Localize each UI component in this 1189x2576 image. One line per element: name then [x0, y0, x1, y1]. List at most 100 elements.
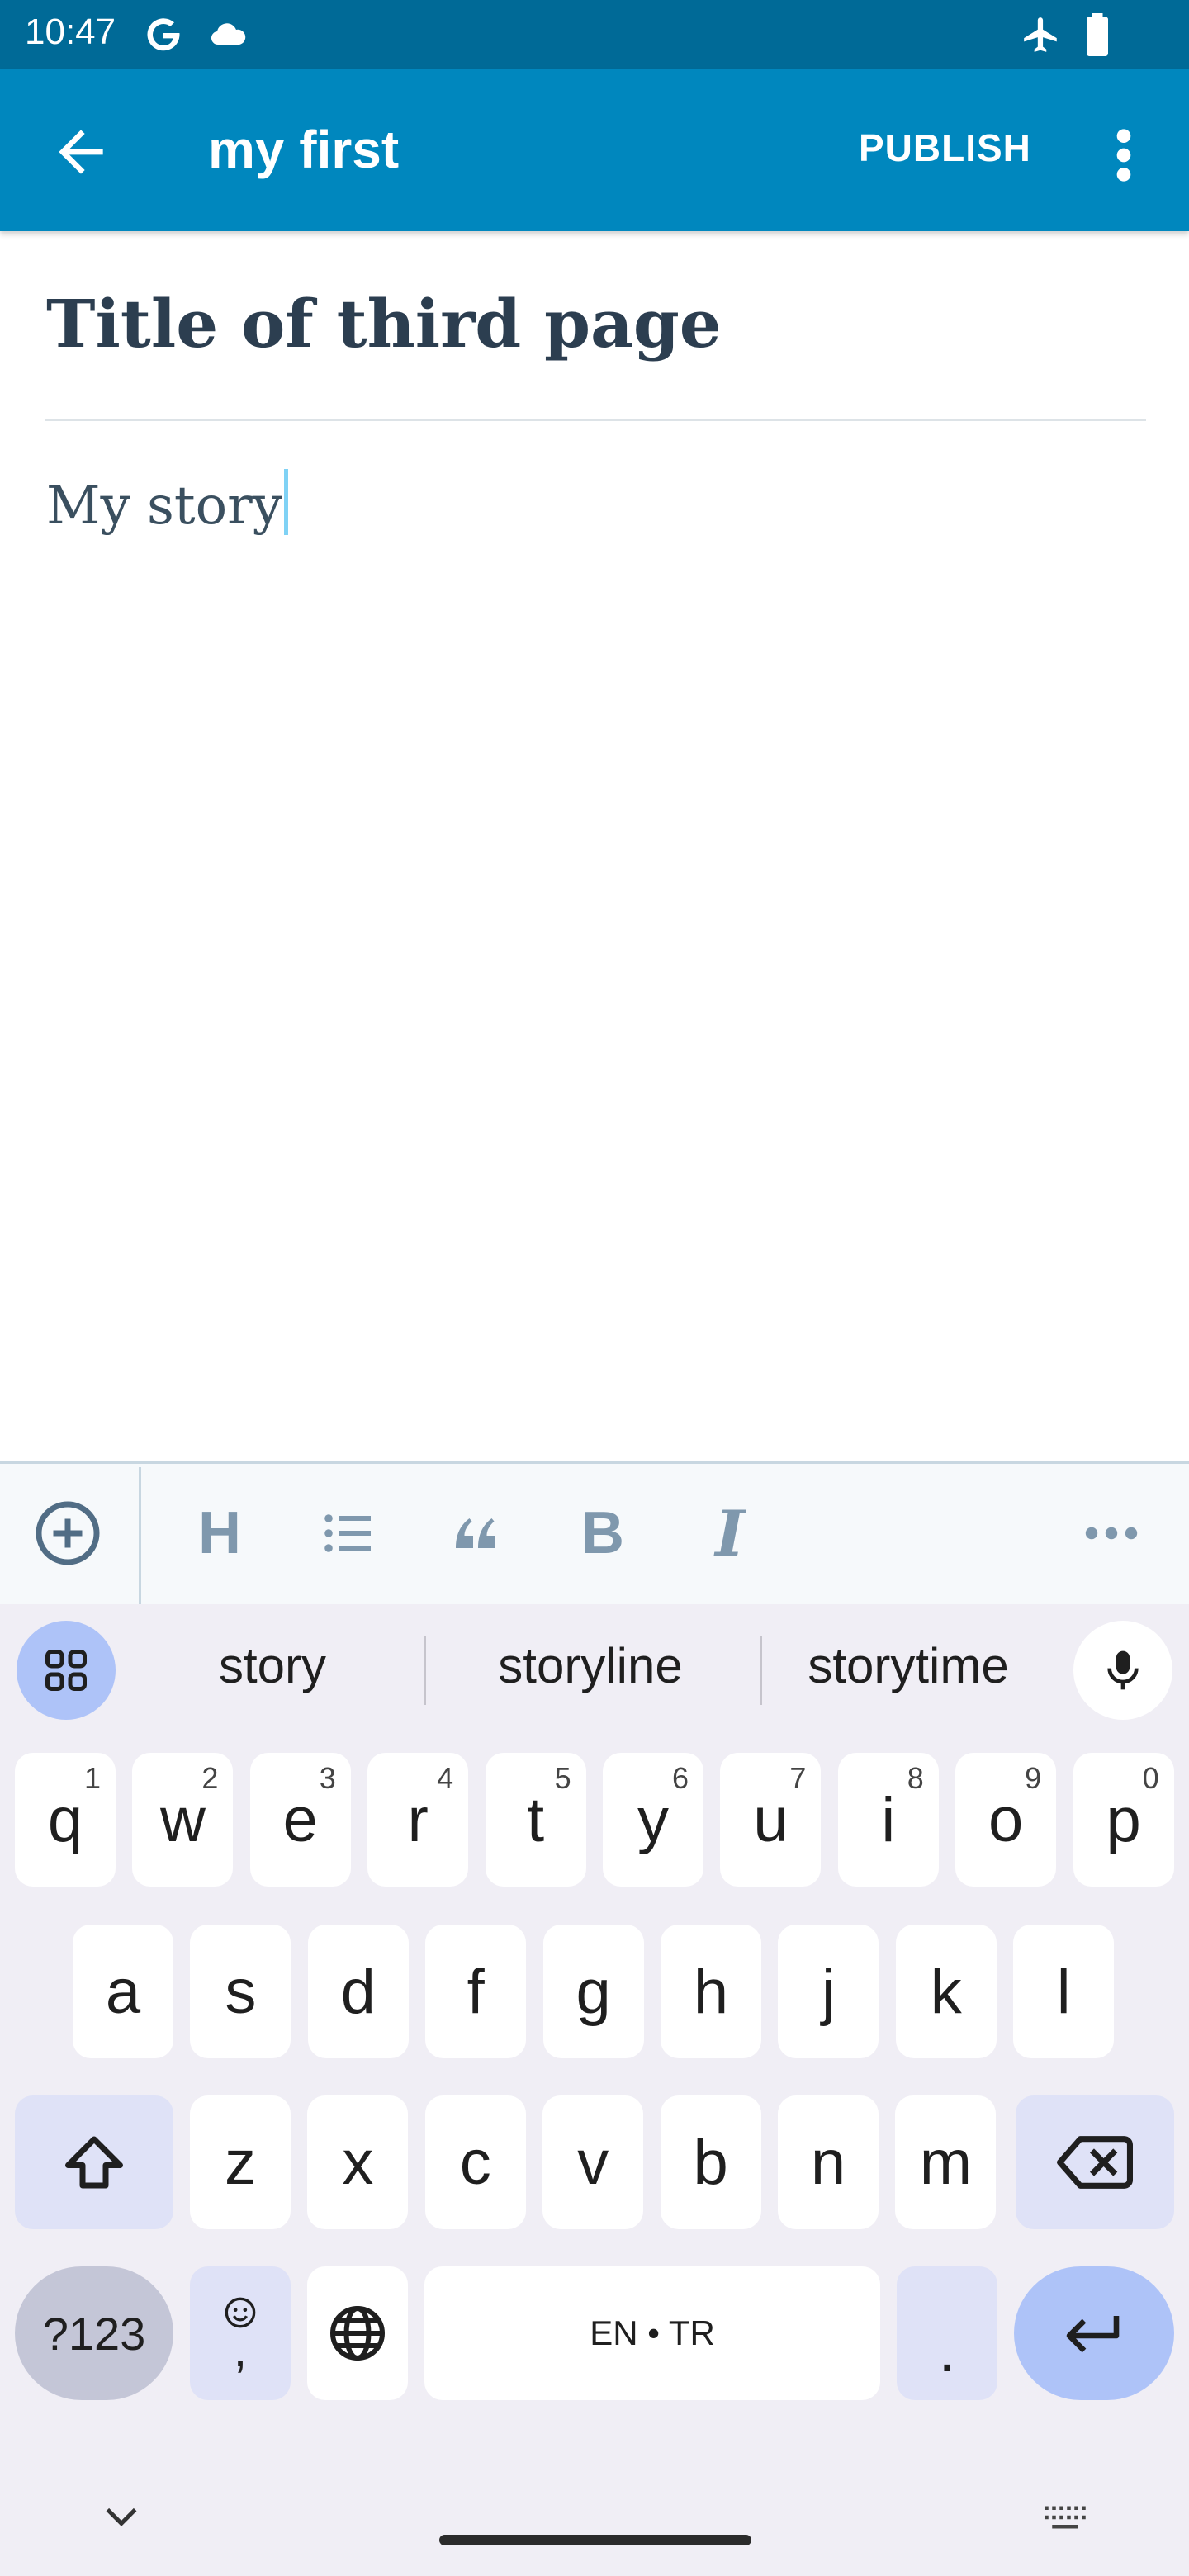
more-horiz-icon[interactable]: [1070, 1492, 1153, 1574]
suggestion-bar: story storyline storytime: [0, 1604, 1189, 1736]
key-z[interactable]: z: [190, 2095, 291, 2229]
symbols-key[interactable]: ?123: [15, 2266, 173, 2400]
key-j[interactable]: j: [778, 1925, 879, 2058]
emoji-comma-key[interactable]: ,: [190, 2266, 291, 2400]
backspace-icon: [1057, 2136, 1133, 2189]
quote-icon[interactable]: [434, 1492, 517, 1574]
back-arrow-icon[interactable]: [48, 119, 114, 189]
key-label: a: [105, 1956, 141, 2027]
home-gesture-pill[interactable]: [439, 2535, 751, 2545]
format-toolbar: H B I: [0, 1461, 1189, 1604]
key-x[interactable]: x: [307, 2095, 409, 2229]
suggestion-2[interactable]: storyline: [442, 1637, 739, 1694]
heading-icon[interactable]: H: [178, 1492, 261, 1574]
backspace-key[interactable]: [1016, 2095, 1174, 2229]
bold-icon[interactable]: B: [561, 1492, 644, 1574]
title-divider: [45, 419, 1146, 421]
add-block-icon[interactable]: [26, 1492, 109, 1574]
key-m[interactable]: m: [895, 2095, 997, 2229]
key-k[interactable]: k: [895, 1925, 997, 2058]
key-label: l: [1056, 1956, 1071, 2027]
shift-icon: [65, 2136, 123, 2189]
enter-key[interactable]: [1014, 2266, 1174, 2400]
key-label: i: [881, 1784, 896, 1855]
key-label: y: [637, 1784, 669, 1855]
key-n[interactable]: n: [778, 2095, 879, 2229]
app-bar: my first PUBLISH: [0, 69, 1189, 231]
key-label: e: [282, 1784, 318, 1855]
key-label: j: [821, 1956, 836, 2027]
key-v[interactable]: v: [542, 2095, 644, 2229]
key-a[interactable]: a: [73, 1925, 173, 2058]
key-number-hint: 2: [201, 1761, 219, 1795]
key-label: r: [407, 1784, 429, 1855]
key-number-hint: 3: [319, 1761, 336, 1795]
key-label: d: [340, 1956, 376, 2027]
key-h[interactable]: h: [661, 1925, 761, 2058]
key-o[interactable]: o9: [955, 1753, 1057, 1887]
keyboard: story storyline storytime ?123 , EN • TR…: [0, 1604, 1189, 2576]
key-label: t: [527, 1784, 545, 1855]
key-c[interactable]: c: [424, 2095, 526, 2229]
suggestion-1[interactable]: story: [124, 1637, 421, 1694]
key-l[interactable]: l: [1013, 1925, 1115, 2058]
publish-button[interactable]: PUBLISH: [859, 125, 1031, 170]
shift-key[interactable]: [15, 2095, 173, 2229]
key-number-hint: 8: [907, 1761, 924, 1795]
hide-keyboard-chevron-icon[interactable]: [101, 2500, 142, 2537]
key-f[interactable]: f: [425, 1925, 527, 2058]
toolbar-separator: [139, 1467, 141, 1604]
post-content-field[interactable]: My story: [46, 469, 288, 537]
key-g[interactable]: g: [542, 1925, 644, 2058]
key-label: w: [159, 1784, 206, 1855]
key-number-hint: 7: [789, 1761, 807, 1795]
text-cursor: [283, 469, 288, 535]
key-number-hint: 5: [554, 1761, 571, 1795]
key-t[interactable]: t5: [485, 1753, 586, 1887]
key-u[interactable]: u7: [720, 1753, 822, 1887]
key-number-hint: 9: [1025, 1761, 1042, 1795]
key-p[interactable]: p0: [1073, 1753, 1174, 1887]
key-label: m: [919, 2127, 973, 2198]
cloud-icon: [205, 15, 251, 59]
app-title: my first: [208, 120, 400, 179]
google-icon: [142, 12, 185, 62]
key-d[interactable]: d: [307, 1925, 409, 2058]
key-label: x: [342, 2127, 374, 2198]
key-label: q: [47, 1784, 83, 1855]
battery-icon: [1085, 13, 1110, 60]
more-vert-icon[interactable]: [1103, 122, 1144, 192]
keyboard-switch-icon[interactable]: [1042, 2503, 1088, 2536]
space-key[interactable]: EN • TR: [424, 2266, 880, 2400]
key-label: p: [1106, 1784, 1141, 1855]
key-number-hint: 6: [671, 1761, 689, 1795]
key-y[interactable]: y6: [603, 1753, 703, 1887]
italic-icon[interactable]: I: [689, 1492, 771, 1574]
key-r[interactable]: r4: [367, 1753, 469, 1887]
globe-icon: [330, 2306, 385, 2361]
key-e[interactable]: e3: [249, 1753, 351, 1887]
microphone-icon[interactable]: [1073, 1621, 1172, 1720]
apps-grid-icon[interactable]: [17, 1621, 116, 1720]
language-key[interactable]: [307, 2266, 408, 2400]
key-label: z: [225, 2127, 256, 2198]
key-label: n: [810, 2127, 846, 2198]
list-icon[interactable]: [307, 1492, 390, 1574]
key-label: f: [467, 1956, 485, 2027]
key-label: g: [576, 1956, 611, 2027]
key-s[interactable]: s: [190, 1925, 291, 2058]
post-title-field[interactable]: Title of third page: [46, 285, 722, 362]
key-label: k: [930, 1956, 962, 2027]
key-number-hint: 0: [1142, 1761, 1159, 1795]
suggestion-3[interactable]: storytime: [760, 1637, 1057, 1694]
enter-icon: [1066, 2316, 1120, 2353]
key-q[interactable]: q1: [15, 1753, 116, 1887]
airplane-mode-icon: [1021, 13, 1062, 60]
period-key[interactable]: .: [897, 2266, 997, 2400]
key-label: h: [693, 1956, 729, 2027]
key-number-hint: 1: [83, 1761, 101, 1795]
key-i[interactable]: i8: [837, 1753, 939, 1887]
key-b[interactable]: b: [660, 2095, 761, 2229]
key-w[interactable]: w2: [132, 1753, 234, 1887]
key-label: v: [577, 2127, 609, 2198]
